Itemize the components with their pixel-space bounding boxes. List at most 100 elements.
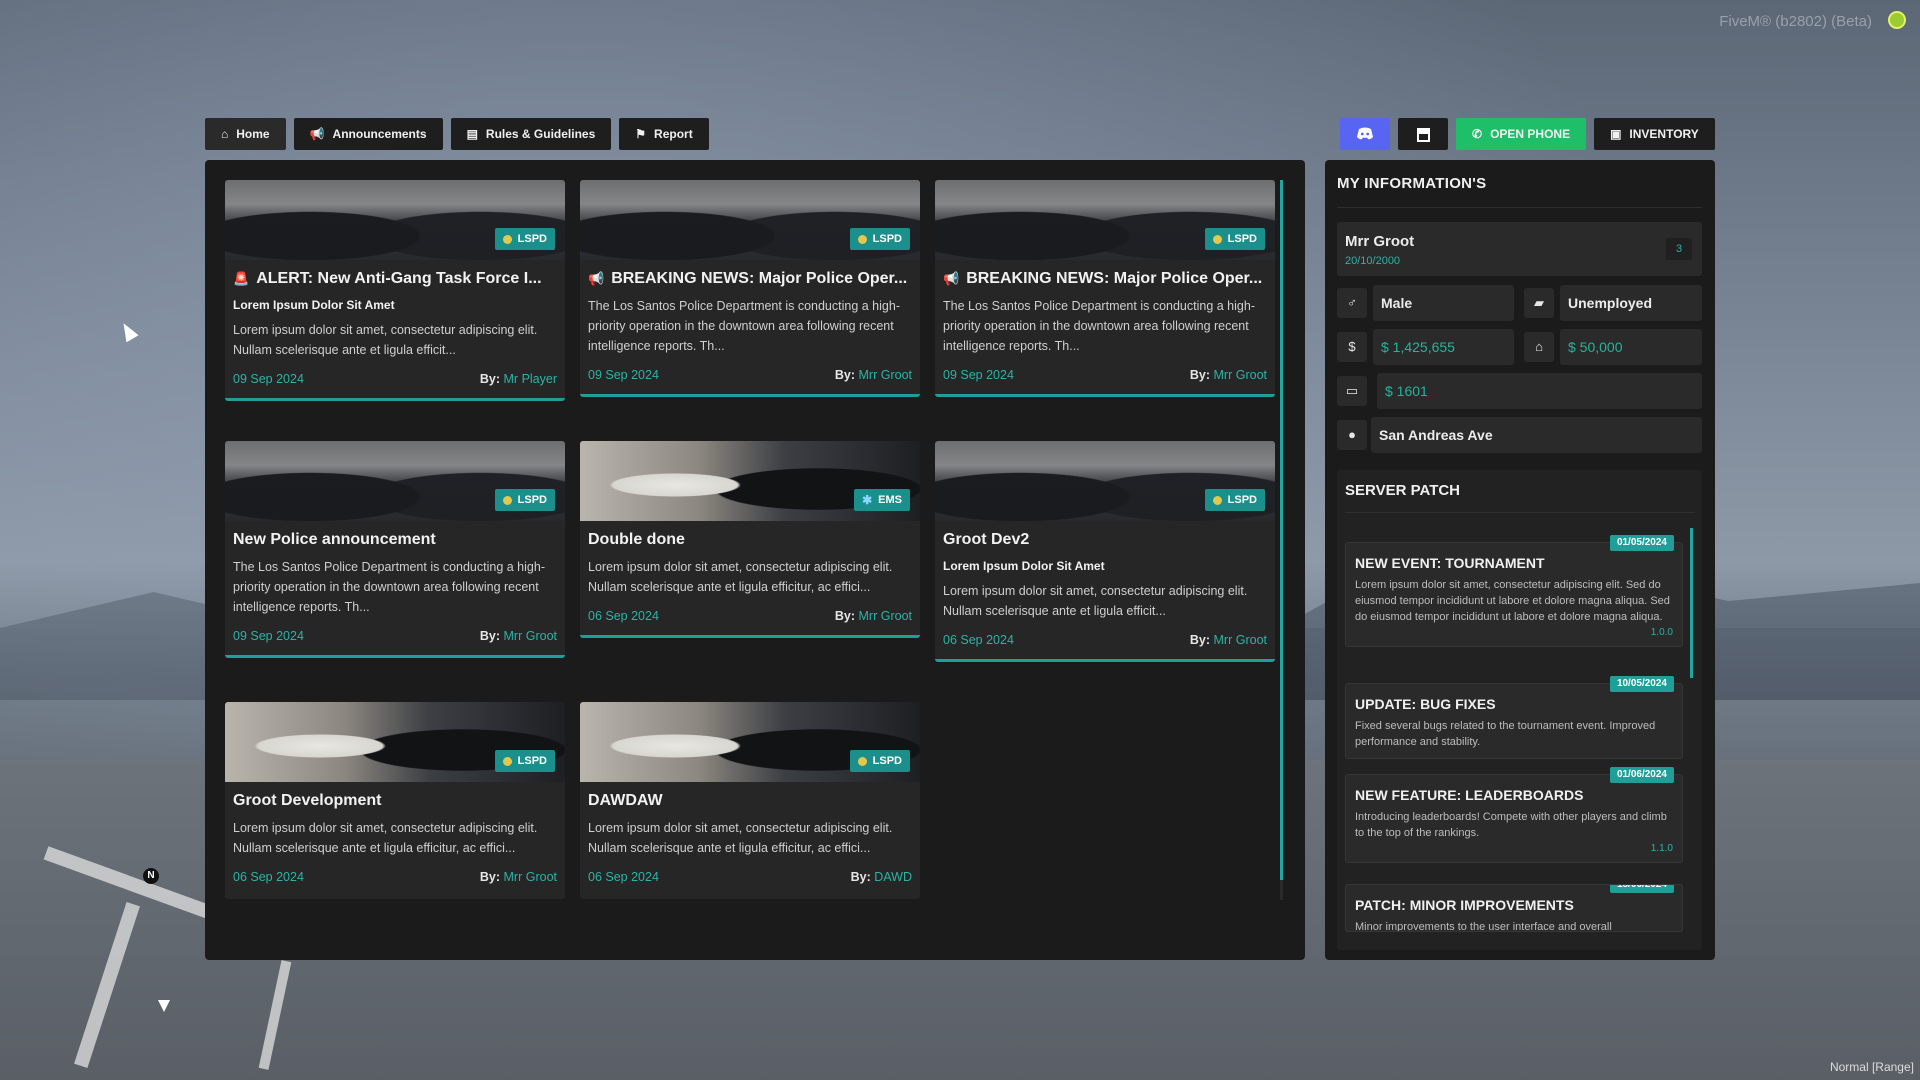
gender-field: Male <box>1373 285 1514 321</box>
gender-icon: ♂ <box>1337 288 1367 318</box>
news-card[interactable]: LSPD DAWDAW Lorem ipsum dolor sit amet, … <box>580 702 920 899</box>
news-card[interactable]: ✱ EMS Double done Lorem ipsum dolor sit a… <box>580 441 920 638</box>
lspd-badge-icon <box>1212 495 1222 505</box>
news-card-date: 06 Sep 2024 <box>233 870 304 884</box>
character-name-box: Mrr Groot 20/10/2000 3 <box>1337 222 1702 276</box>
fivem-logo-icon <box>1888 11 1906 29</box>
home-icon: ⌂ <box>221 127 229 141</box>
news-card-date: 09 Sep 2024 <box>233 372 304 386</box>
news-card-image: LSPD <box>935 441 1275 521</box>
bank-field: $ 50,000 <box>1560 329 1702 365</box>
nav-rules-label: Rules & Guidelines <box>485 127 596 141</box>
news-card-title: Groot Development <box>233 792 382 809</box>
news-card-image: LSPD <box>580 180 920 260</box>
nav-announcements-button[interactable]: 📢 Announcements <box>293 118 443 150</box>
ems-star-icon: ✱ <box>862 493 873 507</box>
news-card[interactable]: LSPD New Police announcement The Los San… <box>225 441 565 658</box>
news-card-date: 06 Sep 2024 <box>588 870 659 884</box>
news-card-image: ✱ EMS <box>580 441 920 521</box>
news-card[interactable]: LSPD Groot Development Lorem ipsum dolor… <box>225 702 565 899</box>
news-card-date: 09 Sep 2024 <box>233 629 304 643</box>
patch-item: 01/05/2024 NEW EVENT: TOURNAMENT Lorem i… <box>1345 535 1683 647</box>
news-card-author: By: Mrr Groot <box>479 870 557 884</box>
open-phone-button[interactable]: ✆ OPEN PHONE <box>1456 118 1587 150</box>
department-badge: LSPD <box>494 228 555 250</box>
compass-north-marker: N <box>143 868 159 884</box>
top-nav-right: ✆ OPEN PHONE ▣ INVENTORY <box>1340 118 1715 150</box>
news-card-description: The Los Santos Police Department is cond… <box>943 299 1255 353</box>
news-card-author: By: Mrr Groot <box>834 609 912 623</box>
location-field: San Andreas Ave <box>1371 417 1702 453</box>
news-card[interactable]: LSPD 📢 BREAKING NEWS: Major Police Oper..… <box>580 180 920 397</box>
news-card-subtitle: Lorem Ipsum Dolor Sit Amet <box>943 559 1105 573</box>
inventory-icon: ▣ <box>1610 127 1622 141</box>
news-card-image: LSPD <box>580 702 920 782</box>
news-card-image: LSPD <box>225 441 565 521</box>
news-card-description: The Los Santos Police Department is cond… <box>588 299 900 353</box>
news-card[interactable]: LSPD Groot Dev2 Lorem Ipsum Dolor Sit Am… <box>935 441 1275 662</box>
lspd-badge-icon <box>502 756 512 766</box>
department-badge: LSPD <box>494 489 555 511</box>
nav-rules-button[interactable]: ▤ Rules & Guidelines <box>450 118 612 150</box>
news-card-description: Lorem ipsum dolor sit amet, consectetur … <box>233 821 538 855</box>
cash-field: $ 1,425,655 <box>1373 329 1514 365</box>
flag-icon: ⚑ <box>635 127 647 141</box>
news-card-date: 06 Sep 2024 <box>943 633 1014 647</box>
black-money-field: $ 1601 <box>1377 373 1702 409</box>
news-card-author: By: Mrr Groot <box>1189 633 1267 647</box>
phone-icon: ✆ <box>1472 127 1483 141</box>
fivem-version-label: FiveM® (b2802) (Beta) <box>1719 13 1872 30</box>
patch-date-badge: 15/06/2024 <box>1609 885 1674 893</box>
discord-button[interactable] <box>1340 118 1390 150</box>
patch-text: Minor improvements to the user interface… <box>1355 921 1612 932</box>
player-arrow-icon <box>158 1000 170 1012</box>
nav-report-button[interactable]: ⚑ Report <box>619 118 709 150</box>
police-light-icon: 🚨 <box>233 271 250 286</box>
department-badge: LSPD <box>1204 489 1265 511</box>
patch-heading: PATCH: MINOR IMPROVEMENTS <box>1355 897 1574 913</box>
nav-report-label: Report <box>654 127 693 141</box>
character-id: 3 <box>1666 238 1692 260</box>
news-card[interactable]: LSPD 📢 BREAKING NEWS: Major Police Oper..… <box>935 180 1275 397</box>
news-card-author: By: Mrr Groot <box>1189 368 1267 382</box>
server-patch-title: SERVER PATCH <box>1345 482 1461 499</box>
patch-version: 1.0.0 <box>1650 627 1673 638</box>
patch-text: Lorem ipsum dolor sit amet, consectetur … <box>1355 579 1670 623</box>
news-card-description: Lorem ipsum dolor sit amet, consectetur … <box>943 584 1248 618</box>
news-card-title: Double done <box>588 531 685 548</box>
patch-heading: NEW FEATURE: LEADERBOARDS <box>1355 787 1584 803</box>
my-information-title: MY INFORMATION'S <box>1337 175 1487 192</box>
patch-heading: UPDATE: BUG FIXES <box>1355 696 1496 712</box>
news-card-title: New Police announcement <box>233 531 436 548</box>
lspd-badge-icon <box>857 756 867 766</box>
news-card-title: Groot Dev2 <box>943 531 1030 548</box>
nav-home-button[interactable]: ⌂ Home <box>205 118 286 150</box>
news-card-author: By: Mrr Groot <box>834 368 912 382</box>
department-badge: ✱ EMS <box>854 489 910 511</box>
news-card-title: 🚨 ALERT: New Anti-Gang Task Force I... <box>233 270 542 287</box>
patch-text: Introducing leaderboards! Compete with o… <box>1355 811 1667 839</box>
news-card-image: LSPD <box>225 180 565 260</box>
news-scrollbar-thumb[interactable] <box>1280 180 1283 880</box>
news-card[interactable]: LSPD 🚨 ALERT: New Anti-Gang Task Force I.… <box>225 180 565 401</box>
department-badge: LSPD <box>849 228 910 250</box>
news-card-title: DAWDAW <box>588 792 663 809</box>
patch-scrollbar-thumb[interactable] <box>1690 528 1693 678</box>
store-button[interactable] <box>1398 118 1448 150</box>
news-card-description: Lorem ipsum dolor sit amet, consectetur … <box>233 323 538 357</box>
news-card-title: 📢 BREAKING NEWS: Major Police Oper... <box>943 270 1263 287</box>
news-card-description: Lorem ipsum dolor sit amet, consectetur … <box>588 560 893 594</box>
inventory-button[interactable]: ▣ INVENTORY <box>1594 118 1715 150</box>
lspd-badge-icon <box>502 495 512 505</box>
divider <box>1345 512 1695 513</box>
lspd-badge-icon <box>857 234 867 244</box>
nav-announcements-label: Announcements <box>332 127 427 141</box>
voice-mode-label: Normal [Range] <box>1829 1060 1914 1074</box>
patch-version: 1.1.0 <box>1650 843 1673 854</box>
briefcase-icon: ▰ <box>1524 288 1554 318</box>
news-card-title: 📢 BREAKING NEWS: Major Police Oper... <box>588 270 908 287</box>
money-bag-icon: $ <box>1337 332 1367 362</box>
inventory-label: INVENTORY <box>1629 127 1699 141</box>
department-badge: LSPD <box>1204 228 1265 250</box>
divider <box>1337 207 1702 208</box>
